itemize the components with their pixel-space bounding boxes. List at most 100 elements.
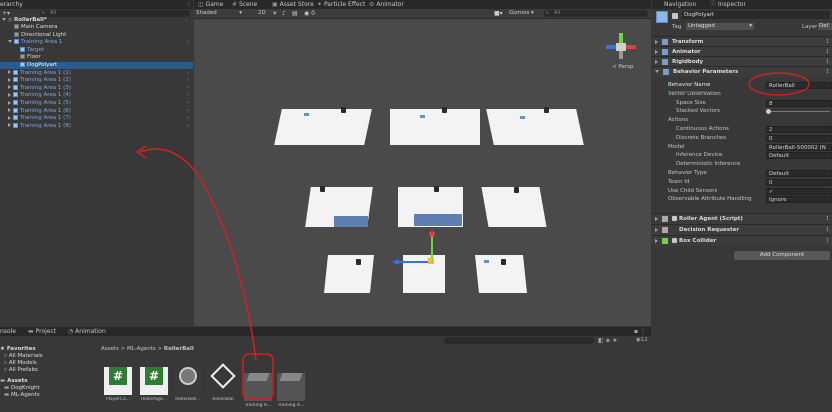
hierarchy-item[interactable]: Main Camera — [0, 24, 193, 31]
favorite-item[interactable]: ⌕ All Materials — [4, 353, 43, 360]
collapse-arrow-icon[interactable] — [655, 227, 658, 232]
agent-object[interactable] — [356, 259, 361, 265]
training-area-floor[interactable] — [486, 109, 584, 145]
collapse-arrow-icon[interactable] — [8, 77, 11, 82]
scene-root-row[interactable]: ◇ RollerBall* ⋮ — [2, 17, 191, 24]
hierarchy-item[interactable]: Target — [0, 46, 193, 54]
hierarchy-item[interactable]: Training Area 1 (5) › — [0, 100, 193, 107]
gizmos-dropdown[interactable]: Gizmos ▾ — [509, 10, 534, 17]
gameobject-name-field[interactable]: DogPolyart — [682, 11, 830, 19]
field-value[interactable]: 2 — [766, 126, 832, 133]
agent-object[interactable] — [544, 107, 549, 113]
tab-hierarchy[interactable]: erarchy — [0, 0, 23, 9]
toggle-2d-button[interactable]: 2D — [258, 10, 266, 17]
training-area-floor[interactable] — [481, 187, 547, 227]
asset-item[interactable]: Training A... — [243, 362, 273, 408]
assets-label[interactable]: ▬ Assets — [0, 378, 28, 385]
tab-asset-store[interactable]: ▣ Asset Store — [272, 0, 314, 9]
component-enabled-checkbox[interactable] — [672, 238, 677, 243]
move-gizmo-x-axis[interactable] — [398, 261, 430, 263]
perspective-label[interactable]: < Persp — [612, 64, 633, 70]
tab-project[interactable]: ▬ Project — [28, 327, 56, 336]
move-gizmo-y-handle[interactable] — [429, 231, 435, 237]
tab-navigation[interactable]: Navigation — [664, 0, 696, 9]
collapse-arrow-icon[interactable] — [8, 70, 11, 75]
chevron-right-icon[interactable]: › — [187, 39, 189, 46]
tag-dropdown[interactable]: Untagged ▾ — [686, 23, 754, 30]
asset-item[interactable]: RollerBall — [208, 362, 238, 402]
component-enabled-checkbox[interactable] — [672, 216, 677, 221]
hierarchy-item[interactable]: Training Area 1 (4) › — [0, 92, 193, 99]
asset-item[interactable]: RollerBall... — [173, 362, 203, 402]
gameobject-active-checkbox[interactable] — [672, 13, 678, 19]
chevron-right-icon[interactable]: › — [187, 123, 189, 130]
training-area-floor[interactable] — [324, 255, 374, 293]
shading-mode-dropdown[interactable]: Shaded ▾ — [196, 10, 242, 17]
breadcrumb-item[interactable]: RollerBall — [164, 346, 194, 352]
component-header[interactable]: Roller Agent (Script) ⋮ — [652, 213, 832, 224]
field-value[interactable]: ✓ — [766, 187, 832, 195]
tab-game[interactable]: ◫ Game — [198, 0, 223, 9]
project-search-input[interactable] — [444, 337, 594, 344]
asset-item[interactable]: # PlayerCo... — [103, 362, 133, 402]
chevron-right-icon[interactable]: › — [187, 70, 189, 77]
training-area-floor[interactable] — [274, 109, 372, 145]
hierarchy-item[interactable]: Training Area 1 › — [0, 39, 193, 46]
chevron-right-icon[interactable]: › — [187, 77, 189, 84]
scene-menu-icon[interactable]: ⋮ — [184, 17, 190, 24]
collapse-arrow-icon[interactable] — [8, 108, 11, 113]
tab-console[interactable]: nsole — [0, 327, 16, 336]
hierarchy-search-input[interactable]: ⌕ All — [40, 10, 190, 17]
move-gizmo-center[interactable] — [428, 258, 434, 264]
hidden-objects-icon[interactable]: ◉ 0 — [304, 9, 315, 18]
expand-arrow-icon[interactable] — [655, 70, 659, 73]
move-gizmo-x-handle[interactable] — [392, 259, 399, 265]
collapse-arrow-icon[interactable] — [655, 216, 658, 221]
agent-object[interactable] — [434, 186, 439, 192]
hierarchy-item[interactable]: Training Area 1 (6) › — [0, 107, 193, 115]
agent-object[interactable] — [341, 107, 346, 113]
chevron-right-icon[interactable]: › — [187, 85, 189, 92]
project-lock-icon[interactable]: ▪ ⋮ — [634, 328, 646, 335]
collapse-arrow-icon[interactable] — [8, 115, 11, 120]
chevron-right-icon[interactable]: › — [187, 100, 189, 107]
breadcrumb-item[interactable]: ML-Agents — [127, 346, 156, 352]
hierarchy-item[interactable]: Directional Light — [0, 31, 193, 39]
tab-particle-effect[interactable]: ✦ Particle Effect — [317, 0, 365, 9]
agent-object[interactable] — [501, 259, 506, 265]
collapse-arrow-icon[interactable] — [8, 92, 11, 97]
tab-inspector[interactable]: ⓘ Inspector — [710, 0, 746, 9]
agent-object[interactable] — [320, 186, 325, 192]
collapse-arrow-icon[interactable] — [8, 100, 11, 105]
favorite-item[interactable]: ⌕ All Models — [4, 360, 37, 367]
project-filter-icons[interactable]: ◧ ◈ ★ — [598, 337, 617, 344]
expand-arrow-icon[interactable] — [655, 59, 658, 64]
scene-viewport[interactable]: < Persp — [194, 19, 651, 326]
hierarchy-item[interactable]: Training Area 1 (8) › — [0, 122, 193, 130]
field-value[interactable]: Ignore — [766, 196, 832, 204]
expand-arrow-icon[interactable] — [8, 40, 12, 44]
layer-dropdown[interactable]: Def — [818, 23, 832, 30]
field-value[interactable]: Default — [766, 152, 832, 160]
folder-item[interactable]: ▬ ML-Agents — [4, 392, 40, 399]
expand-arrow-icon[interactable] — [2, 18, 6, 21]
hierarchy-item[interactable]: Training Area 1 (1) › — [0, 69, 193, 77]
favorites-label[interactable]: ★ Favorites — [0, 346, 36, 353]
audio-toggle-icon[interactable]: ♪ — [282, 9, 286, 18]
chevron-right-icon[interactable]: › — [187, 108, 189, 115]
effects-toggle-icon[interactable]: ▤ — [292, 9, 298, 18]
asset-item[interactable]: # RollerAge... — [139, 362, 169, 402]
target-object[interactable] — [484, 260, 489, 263]
asset-item[interactable]: Training A... — [276, 362, 306, 408]
target-object[interactable] — [304, 113, 309, 116]
orientation-gizmo[interactable] — [606, 33, 636, 63]
hierarchy-item[interactable]: Floor — [0, 54, 193, 61]
field-value[interactable]: 0 — [766, 134, 832, 142]
collapse-arrow-icon[interactable] — [655, 238, 658, 243]
lighting-toggle-icon[interactable]: ☀ — [272, 9, 277, 18]
stacked-vectors-slider[interactable] — [766, 109, 830, 115]
chevron-right-icon[interactable]: › — [187, 92, 189, 99]
field-value[interactable]: Default — [766, 170, 832, 177]
tab-animation[interactable]: ◔ Animation — [68, 327, 106, 336]
hierarchy-item[interactable]: DogPolyart — [0, 62, 193, 69]
